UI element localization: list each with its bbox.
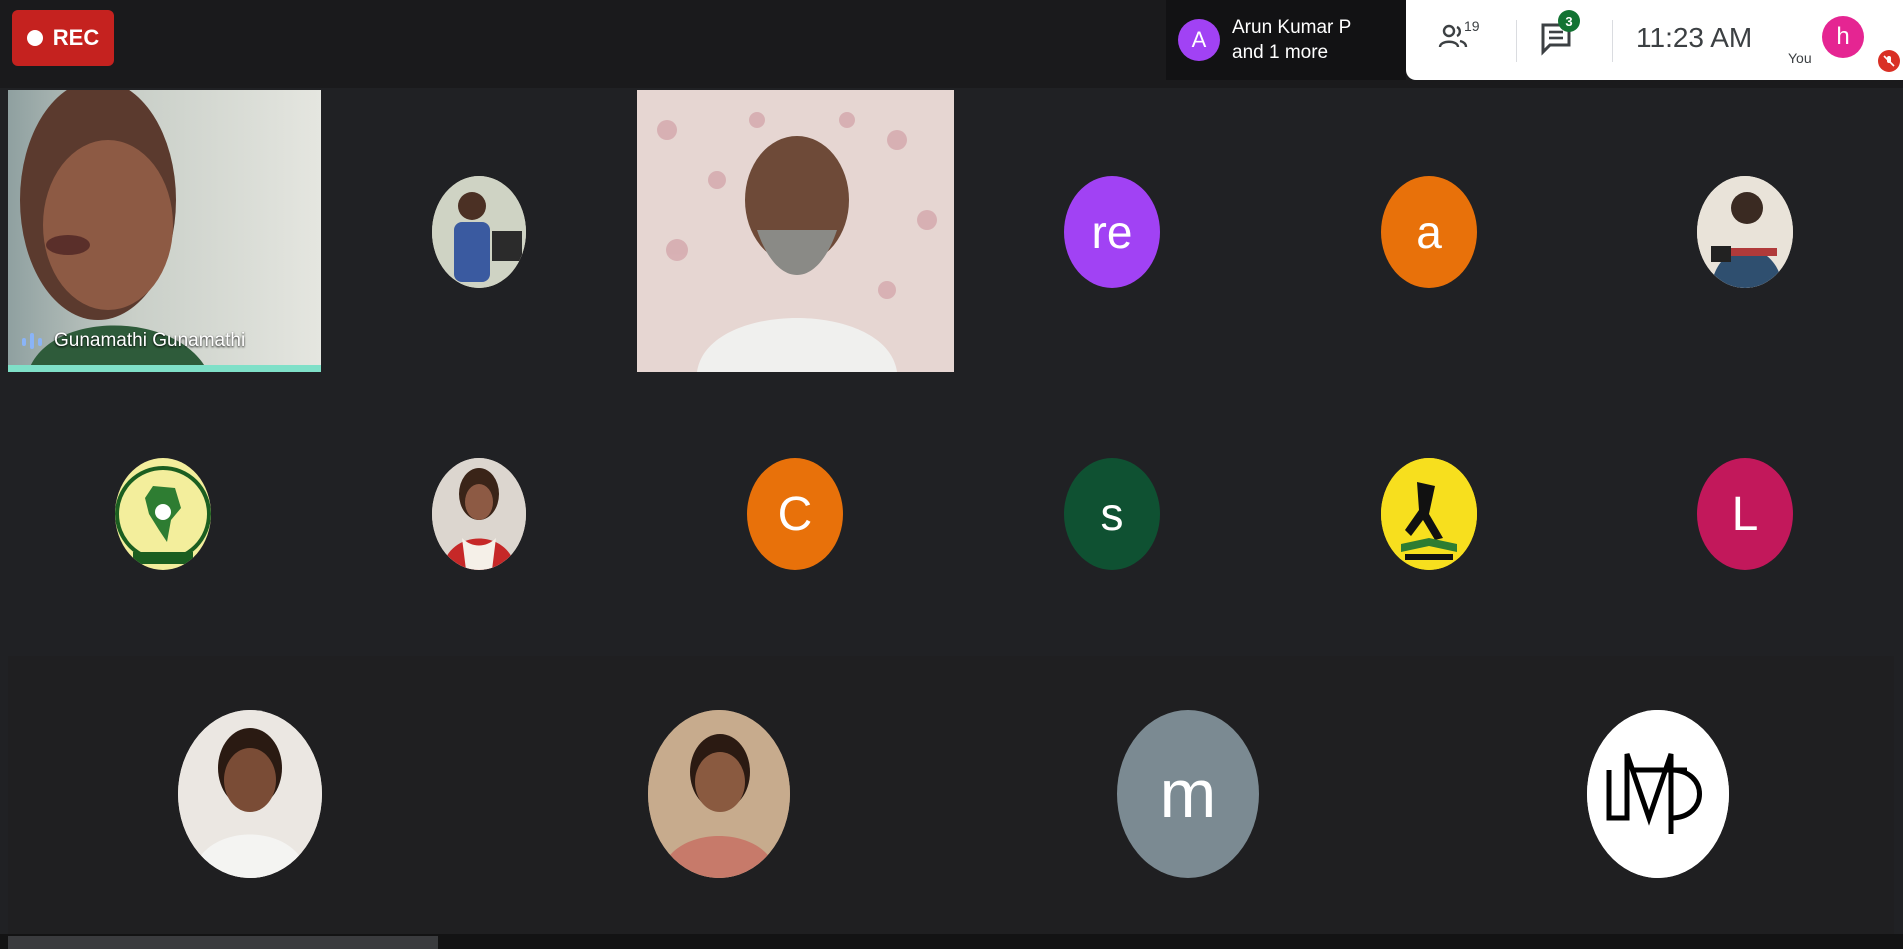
participant-avatar-logo[interactable]	[1587, 710, 1729, 878]
speaker-video-tile[interactable]: Gunamathi Gunamathi	[8, 90, 321, 372]
avatar-photo	[432, 458, 526, 570]
recording-label: REC	[52, 25, 100, 50]
mic-off-icon[interactable]	[1878, 50, 1900, 72]
participant-avatar-m[interactable]: m	[1117, 710, 1259, 878]
participant-avatar-logo[interactable]	[1381, 458, 1477, 570]
map-logo-icon	[115, 466, 211, 564]
meeting-controls-panel: 19 3 11:23 AM You h	[1406, 0, 1903, 80]
chat-badge: 3	[1558, 10, 1580, 32]
book-logo-icon	[1381, 458, 1477, 570]
clock-time: 11:23 AM	[1636, 22, 1753, 53]
recording-indicator[interactable]: REC	[12, 10, 114, 66]
participant-avatar-photo[interactable]	[178, 710, 322, 878]
participant-avatar-s[interactable]: s	[1064, 458, 1160, 570]
participants-button[interactable]: 19	[1438, 18, 1480, 60]
participant-video-tile[interactable]	[637, 90, 954, 372]
presenter-avatar: A	[1178, 19, 1220, 61]
presenter-name: Arun Kumar P	[1232, 17, 1352, 38]
participant-avatar-logo[interactable]	[115, 458, 211, 570]
presenter-info[interactable]: A Arun Kumar P and 1 more	[1166, 0, 1406, 80]
speaker-name: Gunamathi Gunamathi	[54, 330, 246, 351]
participant-avatar-l[interactable]: L	[1697, 458, 1793, 570]
bottom-status-strip	[8, 936, 438, 949]
record-dot-icon	[26, 30, 43, 46]
participant-video-frame	[637, 90, 954, 372]
participant-avatar-re[interactable]: re	[1064, 176, 1160, 288]
monogram-logo-icon	[1587, 710, 1729, 878]
avatar-photo	[178, 710, 322, 878]
self-avatar[interactable]: h	[1822, 16, 1864, 58]
participant-avatar-photo[interactable]	[1697, 176, 1793, 288]
participant-avatar-photo[interactable]	[648, 710, 790, 878]
self-label: You	[1788, 50, 1812, 66]
avatar-photo	[432, 176, 526, 288]
presenter-others: and 1 more	[1232, 42, 1329, 63]
participant-avatar-photo[interactable]	[432, 176, 526, 288]
participants-count: 19	[1464, 18, 1480, 34]
speaking-indicator	[8, 365, 321, 372]
audio-level-icon	[22, 333, 42, 349]
mic-slash-icon	[1883, 55, 1895, 67]
divider	[1516, 20, 1517, 62]
participant-avatar-photo[interactable]	[432, 458, 526, 570]
divider	[1612, 20, 1613, 62]
participant-avatar-c[interactable]: C	[747, 458, 843, 570]
avatar-photo	[1697, 176, 1793, 288]
participant-avatar-a[interactable]: a	[1381, 176, 1477, 288]
avatar-photo	[648, 710, 790, 878]
